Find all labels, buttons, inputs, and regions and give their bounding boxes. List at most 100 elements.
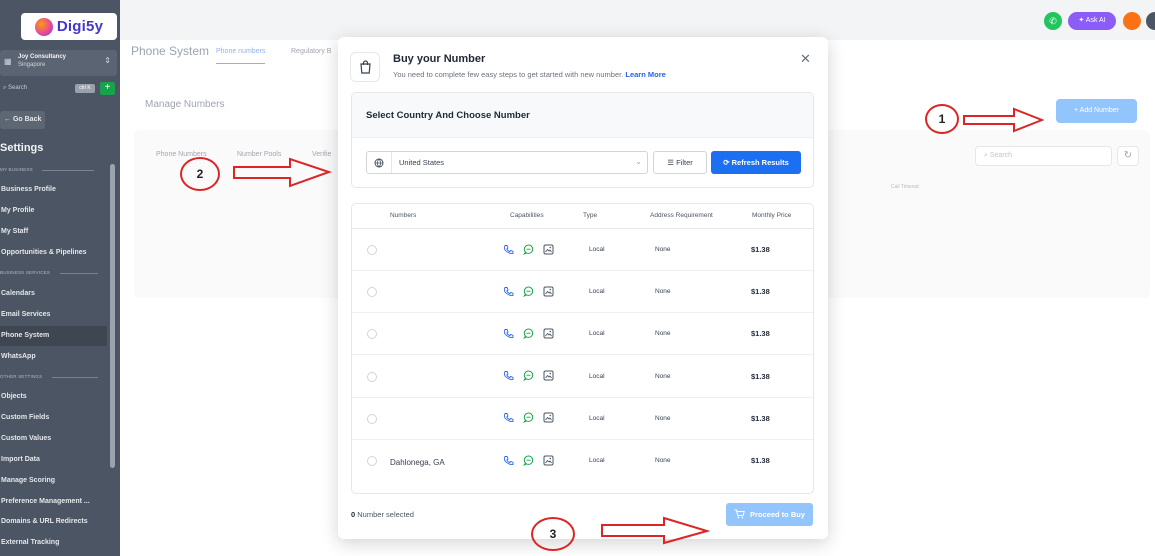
voice-icon xyxy=(502,454,514,466)
table-row[interactable]: Dahlonega, GA Local None $1.38 xyxy=(352,440,813,482)
buy-number-modal: Buy your Number You need to complete few… xyxy=(338,37,828,539)
go-back-label: Go Back xyxy=(12,116,42,123)
capabilities-cell xyxy=(502,243,554,255)
voice-icon xyxy=(502,327,514,339)
column-header-numbers: Numbers xyxy=(390,212,417,219)
refresh-icon[interactable]: ↻ xyxy=(1117,146,1139,166)
tab-phone-numbers[interactable]: Phone numbers xyxy=(216,48,266,64)
sidebar-item-custom-fields[interactable]: Custom Fields xyxy=(0,408,107,428)
sidebar-item-my-staff[interactable]: My Staff xyxy=(0,222,107,242)
selected-count-value: 0 xyxy=(351,510,356,519)
selected-count: 0 Number selected xyxy=(351,510,414,519)
ask-ai-button[interactable]: ✦ Ask AI xyxy=(1068,12,1116,30)
country-select[interactable]: United States ⌄ xyxy=(366,151,648,174)
mms-icon xyxy=(542,370,554,382)
monthly-price-cell: $1.38 xyxy=(751,329,770,339)
row-select-radio[interactable] xyxy=(367,371,377,382)
refresh-results-button[interactable]: ⟳ Refresh Results xyxy=(711,151,801,174)
quick-add-button[interactable]: + xyxy=(100,82,115,95)
row-select-radio[interactable] xyxy=(367,287,377,298)
sidebar-item-email-services[interactable]: Email Services xyxy=(0,305,107,325)
sidebar-item-external-tracking[interactable]: External Tracking xyxy=(0,533,107,553)
country-selection-card: Select Country And Choose Number United … xyxy=(351,92,814,188)
sidebar-item-whatsapp[interactable]: WhatsApp xyxy=(0,347,107,367)
modal-subtitle: You need to complete few easy steps to g… xyxy=(393,70,666,79)
sidebar-item-objects[interactable]: Objects xyxy=(0,387,107,407)
learn-more-link[interactable]: Learn More xyxy=(625,70,665,79)
monthly-price-cell: $1.38 xyxy=(751,371,770,381)
proceed-to-buy-button[interactable]: Proceed to Buy xyxy=(726,503,813,526)
sidebar-item-opportunities[interactable]: Opportunities & Pipelines xyxy=(0,243,107,263)
sidebar-item-business-profile[interactable]: Business Profile xyxy=(0,180,107,200)
sidebar-item-phone-system[interactable]: Phone System xyxy=(0,326,107,346)
section-label-business-services: BUSINESS SERVICES xyxy=(0,270,51,275)
section-label-my-business: MY BUSINESS xyxy=(0,167,33,172)
tab-regulatory[interactable]: Regulatory B xyxy=(291,48,331,55)
capabilities-cell xyxy=(502,285,554,297)
phone-icon[interactable]: ✆ xyxy=(1044,12,1062,30)
proceed-label: Proceed to Buy xyxy=(749,510,805,519)
voice-icon xyxy=(502,370,514,382)
numbers-search-input[interactable]: ⌕ Search xyxy=(975,146,1112,166)
row-select-radio[interactable] xyxy=(367,329,377,340)
cart-icon xyxy=(734,509,745,521)
table-row[interactable]: Local None $1.38 xyxy=(352,356,813,398)
filter-button[interactable]: ☰ Filter xyxy=(653,151,707,174)
table-row[interactable]: Local None $1.38 xyxy=(352,398,813,440)
logo-icon xyxy=(34,17,53,36)
go-back-button[interactable]: ← Go Back xyxy=(0,111,45,129)
sidebar-item-custom-values[interactable]: Custom Values xyxy=(0,429,107,449)
table-row[interactable]: Local None $1.38 xyxy=(352,313,813,356)
divider xyxy=(60,273,98,274)
search-icon: ⌕ xyxy=(3,85,7,91)
column-header-call-timeout: Call Timeout xyxy=(891,184,919,190)
sidebar-item-my-profile[interactable]: My Profile xyxy=(0,201,107,221)
modal-title: Buy your Number xyxy=(393,53,486,65)
sidebar-search[interactable]: ⌕ Search ctrl K xyxy=(0,82,97,95)
top-bar xyxy=(120,0,1155,40)
mms-icon xyxy=(542,327,554,339)
sidebar-scrollbar[interactable] xyxy=(110,164,115,468)
numbers-search-placeholder: Search xyxy=(989,152,1013,159)
ask-ai-label: Ask AI xyxy=(1085,17,1106,24)
divider xyxy=(42,170,94,171)
address-requirement-cell: None xyxy=(655,288,671,296)
capabilities-cell xyxy=(502,454,554,466)
table-row[interactable]: Local None $1.38 xyxy=(352,271,813,314)
chevron-updown-icon: ⇕ xyxy=(104,56,111,65)
table-row[interactable]: Local None $1.38 xyxy=(352,229,813,271)
type-cell: Local xyxy=(589,414,605,422)
filter-label: Filter xyxy=(676,158,693,167)
section-label-other-settings: OTHER SETTINGS xyxy=(0,374,43,379)
mms-icon xyxy=(542,285,554,297)
logo-text: Digi5y xyxy=(56,18,104,35)
brand-logo[interactable]: Digi5y xyxy=(21,13,117,40)
add-number-button[interactable]: + Add Number xyxy=(1056,99,1137,123)
voice-icon xyxy=(502,285,514,297)
table-header: Numbers Capabilities Type Address Requir… xyxy=(352,204,813,229)
notification-icon[interactable] xyxy=(1123,12,1141,30)
sidebar-item-manage-scoring[interactable]: Manage Scoring xyxy=(0,471,107,491)
type-cell: Local xyxy=(589,372,605,380)
row-select-radio[interactable] xyxy=(367,456,377,466)
sidebar-item-calendars[interactable]: Calendars xyxy=(0,284,107,304)
mms-icon xyxy=(542,412,554,424)
chevron-down-icon: ⌄ xyxy=(635,157,642,166)
modal-subtitle-text: You need to complete few easy steps to g… xyxy=(393,70,624,79)
sms-icon xyxy=(522,285,534,297)
sidebar-item-preference-management[interactable]: Preference Management ... xyxy=(0,492,107,512)
monthly-price-cell: $1.38 xyxy=(751,413,770,423)
sms-icon xyxy=(522,243,534,255)
sidebar-item-domains[interactable]: Domains & URL Redirects xyxy=(0,512,107,532)
sidebar: Digi5y ▦ Joy Consultancy Singapore ⇕ ⌕ S… xyxy=(0,0,120,556)
account-switcher[interactable]: ▦ Joy Consultancy Singapore ⇕ xyxy=(0,50,117,76)
close-icon[interactable]: ✕ xyxy=(800,51,811,67)
column-header-price: Monthly Price xyxy=(752,212,792,219)
row-select-radio[interactable] xyxy=(367,245,377,255)
row-select-radio[interactable] xyxy=(367,413,377,424)
sms-icon xyxy=(522,370,534,382)
address-requirement-cell: None xyxy=(655,330,671,338)
sidebar-item-import-data[interactable]: Import Data xyxy=(0,450,107,470)
annotation-circle-3: 3 xyxy=(531,517,575,551)
type-cell: Local xyxy=(589,246,605,253)
